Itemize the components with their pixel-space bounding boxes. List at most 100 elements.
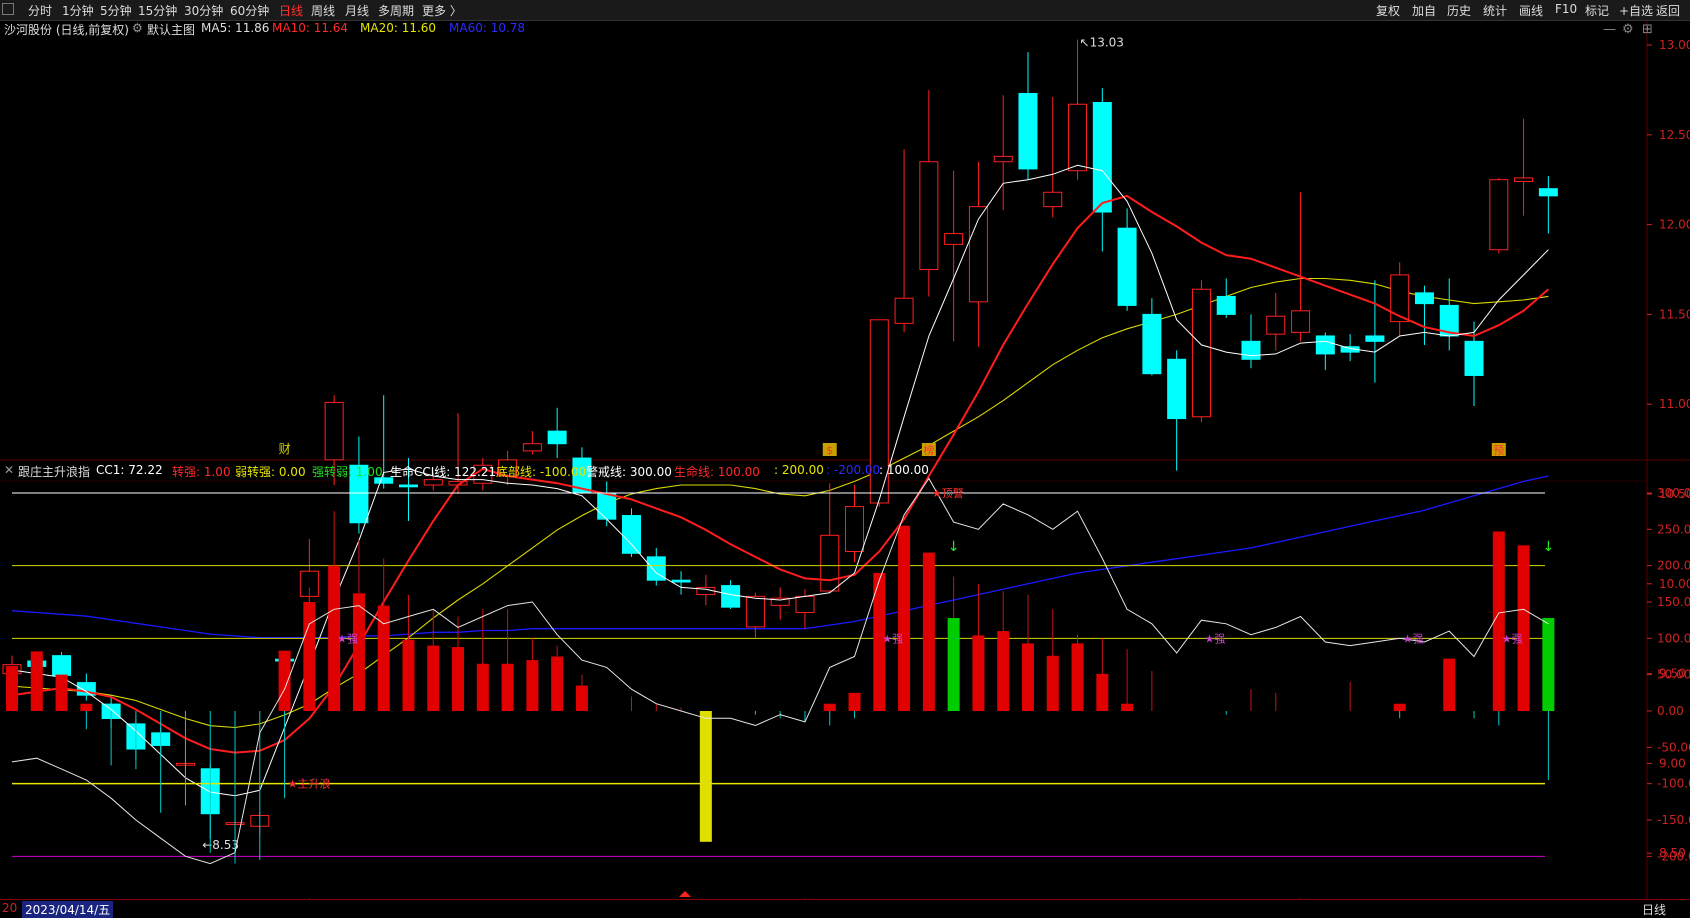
stock-title[interactable]: 沙河股份 (日线,前复权) (4, 21, 129, 38)
main-template[interactable]: 默认主图 (147, 21, 195, 38)
price-tick-label: 11.50 (1659, 307, 1690, 321)
candle-body (968, 206, 988, 303)
minimize-icon[interactable]: — (1603, 22, 1616, 37)
candle-body (671, 579, 691, 583)
indicator-tick-label: 250.00 (1657, 522, 1690, 536)
event-marker-text: 榜 (923, 443, 934, 457)
indicator-tick-label: 50.00 (1657, 668, 1690, 682)
event-marker-text: 财 (279, 442, 291, 456)
close-indicator-icon[interactable]: ✕ (4, 463, 14, 477)
jingjie-value: 警戒线: 300.00 (586, 465, 672, 479)
ruozhuanqiang-value: 弱转强: 0.00 (235, 465, 306, 479)
indicator-bar (501, 663, 514, 711)
indicator-bar (997, 631, 1010, 711)
candle-body (1043, 191, 1063, 208)
indicator-bar (1443, 658, 1456, 711)
candle-body (1266, 315, 1286, 335)
indicator-bar (1046, 655, 1059, 711)
down-arrow-signal: ↓ (948, 539, 960, 555)
indicator-bar (427, 645, 440, 711)
candle-body (1514, 177, 1534, 182)
candle-body (1092, 101, 1112, 213)
indicator-bar (1096, 673, 1109, 711)
indicator-bar (551, 656, 564, 711)
indicator-tick-label: 150.00 (1657, 595, 1690, 609)
level-200-value: : 200.00 (774, 463, 824, 477)
kline-chart[interactable]: 13.0012.5012.0011.5011.0010.5010.009.509… (0, 0, 1690, 916)
indicator-bar (452, 647, 465, 711)
ma5-value: MA5: 11.86 (201, 21, 270, 35)
indicator-signal-label: ★强 (1502, 632, 1523, 645)
dibu-value: 底部线: -100.00 (496, 465, 587, 479)
candle-body (1464, 340, 1484, 376)
axis-year-stub: 20 (2, 901, 18, 915)
indicator-tick-label: -150.00 (1657, 813, 1690, 827)
indicator-signal-label: ★强 (1204, 632, 1225, 645)
candle-body (795, 595, 815, 614)
candle-body (1241, 340, 1261, 360)
indicator-tick-label: -100.00 (1657, 777, 1690, 791)
high-price-label: ↖13.03 (1080, 36, 1124, 50)
indicator-bar (476, 663, 489, 711)
candle-body (1117, 227, 1137, 306)
indicator-signal-label: ★强 (882, 632, 903, 645)
indicator-signal-label: ★主升浪 (288, 777, 331, 791)
indicator-tick-label: 100.00 (1657, 631, 1690, 645)
indicator-bar (1542, 617, 1555, 711)
candle-body (944, 233, 964, 245)
price-tick-label: 10.00 (1659, 577, 1690, 591)
indicator-bar (55, 674, 68, 711)
candle-body (745, 595, 765, 628)
indicator-tick-label: 200.00 (1657, 559, 1690, 573)
indicator-bar (278, 650, 291, 711)
indicator-bar (377, 605, 390, 711)
zhuanqiang-value: 转强: 1.00 (172, 465, 231, 479)
shengming-value: 生命线: 100.00 (674, 465, 760, 479)
settings-gear-icon[interactable]: ⚙ (1622, 22, 1634, 37)
qiangzhuanruo-value: 强转弱: 1.00 (312, 465, 383, 479)
expand-icon[interactable]: ⊞ (1642, 22, 1653, 37)
down-arrow-signal: ↓ (1542, 539, 1554, 555)
candle-body (1167, 358, 1187, 420)
candle-body (622, 515, 641, 554)
indicator-bar (1393, 703, 1406, 711)
indicator-bar (352, 593, 365, 711)
price-tick-label: 12.50 (1659, 128, 1690, 142)
candle-body (1315, 335, 1335, 355)
candle-body (1414, 292, 1434, 305)
price-tick-label: 11.00 (1659, 397, 1690, 411)
indicator-name[interactable]: 跟庄主升浪指 (18, 463, 90, 480)
event-marker-text: 预 (1493, 444, 1504, 457)
candle-body (52, 655, 72, 676)
candle-body (1142, 313, 1162, 375)
indicator-bar (898, 525, 911, 711)
level-100-value: : 100.00 (879, 463, 929, 477)
indicator-bar (526, 660, 539, 711)
settings-icon[interactable]: ⚙ (132, 21, 143, 35)
indicator-bar (1517, 545, 1530, 711)
indicator-bar (402, 639, 415, 711)
indicator-bar (823, 703, 836, 711)
candle-body (1538, 188, 1558, 197)
candle-body (324, 401, 344, 461)
indicator-bar (80, 703, 93, 711)
candle-body (894, 297, 914, 324)
time-axis-bar: 20 2023/04/14/五 日线 (0, 899, 1690, 918)
candle-body (993, 155, 1013, 163)
candle-body (820, 534, 840, 592)
indicator-tick-label: -50.00 (1657, 740, 1690, 754)
ma20-value: MA20: 11.60 (360, 21, 437, 35)
candle-body (1018, 92, 1038, 170)
indicator-bar (575, 685, 588, 711)
indicator-bar (1121, 703, 1134, 711)
indicator-bar (1071, 643, 1084, 711)
price-tick-label: 13.00 (1659, 38, 1690, 52)
indicator-bar (6, 665, 18, 711)
candle-body (1291, 310, 1311, 333)
indicator-bar (303, 601, 316, 711)
indicator-bar (922, 552, 935, 711)
indicator-bar (972, 635, 985, 711)
indicator-tick-label: 0.00 (1657, 704, 1684, 718)
period-label[interactable]: 日线 (1642, 901, 1666, 918)
candle-body (1191, 288, 1211, 418)
